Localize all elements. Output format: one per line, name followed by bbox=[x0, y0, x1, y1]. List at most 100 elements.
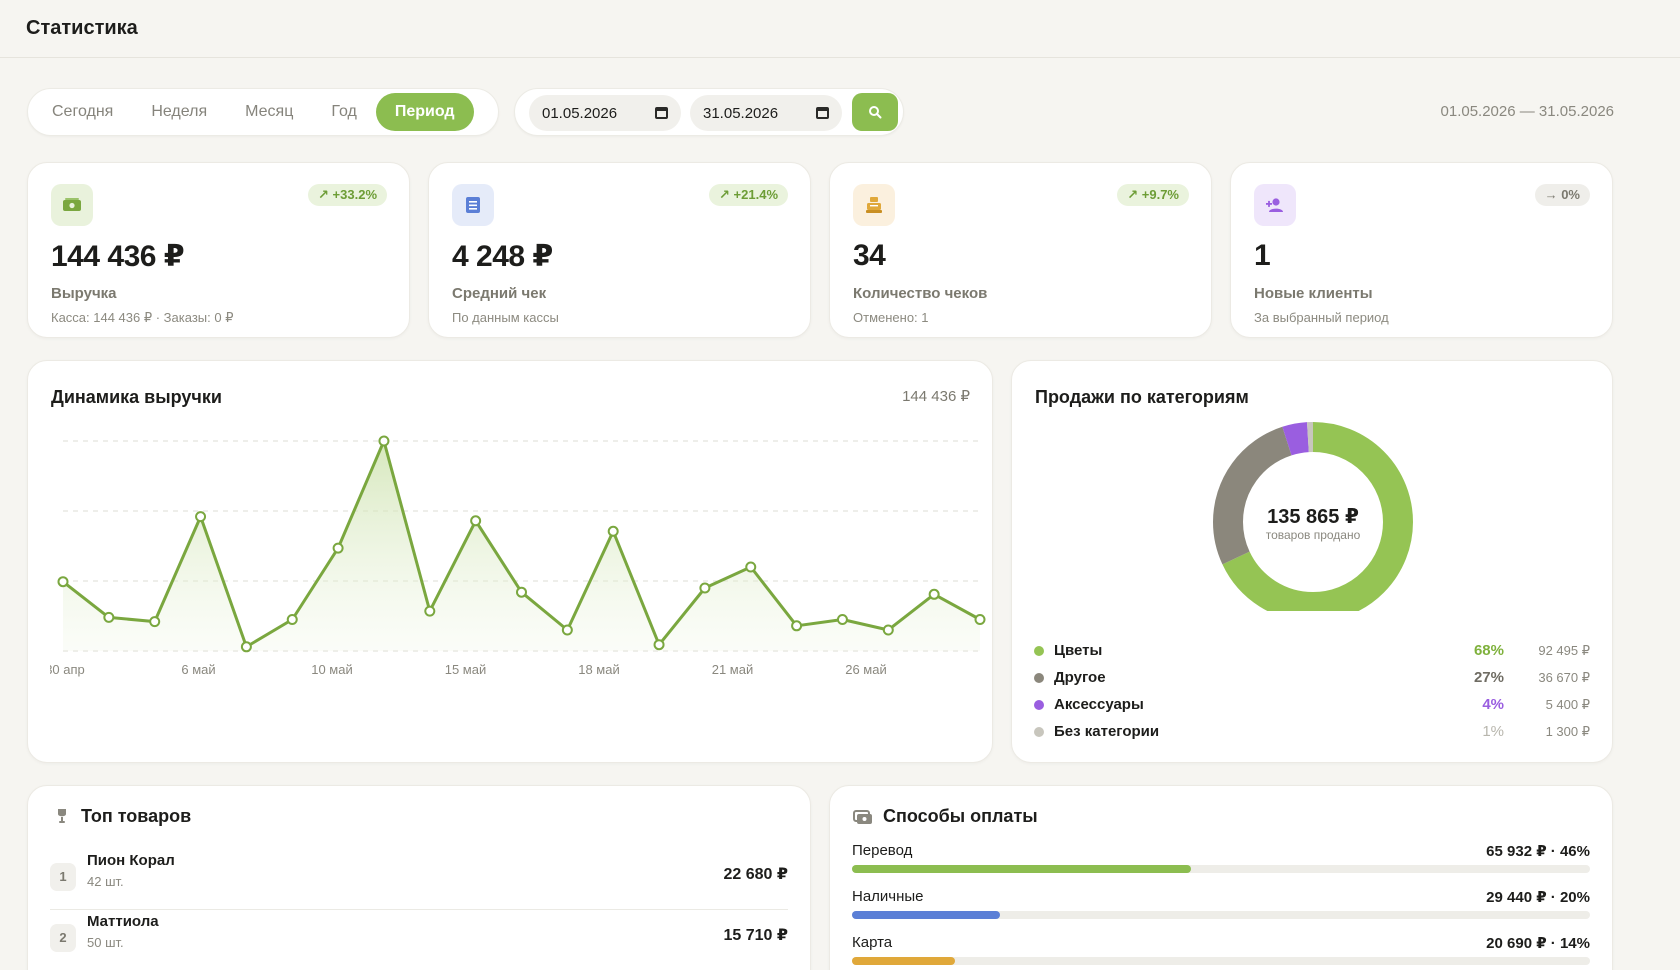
product-revenue: 22 680 ₽ bbox=[723, 866, 788, 883]
x-tick-label: 21 май bbox=[712, 662, 754, 677]
apply-search-button[interactable] bbox=[852, 93, 898, 131]
date-filter: 01.05.2026 31.05.2026 bbox=[514, 88, 904, 136]
data-point[interactable] bbox=[424, 605, 436, 617]
wallet-icon bbox=[853, 810, 872, 824]
kpi-subtext: Отменено: 1 bbox=[853, 310, 929, 325]
product-name: Пион Корал bbox=[87, 852, 175, 869]
data-point[interactable] bbox=[882, 624, 894, 636]
legend-dot bbox=[1034, 727, 1044, 737]
search-icon bbox=[869, 106, 882, 119]
trend-badge: → 0% bbox=[1534, 184, 1590, 206]
product-qty: 42 шт. bbox=[87, 874, 124, 889]
kpi-card-revenue: ↗ +33.2% 144 436 ₽ Выручка Касса: 144 43… bbox=[27, 162, 410, 338]
x-tick-label: 26 май bbox=[845, 662, 887, 677]
date-to-value: 31.05.2026 bbox=[703, 104, 779, 122]
trend-badge: ↗ +33.2% bbox=[308, 184, 387, 206]
data-point[interactable] bbox=[332, 542, 344, 554]
legend-percent: 1% bbox=[1482, 723, 1504, 740]
payment-name: Карта bbox=[852, 934, 893, 951]
data-point[interactable] bbox=[791, 620, 803, 632]
tab-week[interactable]: Неделя bbox=[132, 93, 226, 131]
top-products-panel: Топ товаров 1 Пион Корал 42 шт. 22 680 ₽… bbox=[27, 785, 811, 970]
legend-item: Цветы 68% 92 495 ₽ bbox=[1034, 641, 1590, 661]
kpi-card-checks: ↗ +9.7% 34 Количество чеков Отменено: 1 bbox=[829, 162, 1212, 338]
payment-progress-fill bbox=[852, 957, 956, 965]
register-icon bbox=[853, 184, 895, 226]
legend-amount: 5 400 ₽ bbox=[1545, 697, 1590, 712]
x-tick-label: 18 май bbox=[578, 662, 620, 677]
payment-row: Наличные 29 440 ₽ · 20% bbox=[852, 888, 1590, 928]
kpi-label: Средний чек bbox=[452, 285, 547, 302]
date-from-input[interactable]: 01.05.2026 bbox=[529, 95, 681, 131]
top-products-title: Топ товаров bbox=[81, 806, 192, 826]
data-point[interactable] bbox=[928, 588, 940, 600]
data-point[interactable] bbox=[195, 511, 207, 523]
data-point[interactable] bbox=[378, 435, 390, 447]
payment-value: 29 440 ₽ · 20% bbox=[1486, 889, 1590, 906]
page-title: Статистика bbox=[26, 17, 138, 39]
legend-amount: 36 670 ₽ bbox=[1538, 670, 1590, 685]
data-point[interactable] bbox=[699, 582, 711, 594]
tab-month[interactable]: Месяц bbox=[226, 93, 312, 131]
tab-period[interactable]: Период bbox=[375, 93, 474, 131]
data-point[interactable] bbox=[103, 611, 115, 623]
product-name: Маттиола bbox=[87, 913, 159, 930]
payment-value: 20 690 ₽ · 14% bbox=[1486, 935, 1590, 952]
data-point[interactable] bbox=[149, 616, 161, 628]
legend-item: Другое 27% 36 670 ₽ bbox=[1034, 668, 1590, 688]
calendar-icon[interactable] bbox=[655, 107, 668, 119]
legend-dot bbox=[1034, 700, 1044, 710]
legend-name: Цветы bbox=[1054, 642, 1103, 659]
tab-today[interactable]: Сегодня bbox=[33, 93, 132, 131]
data-point[interactable] bbox=[516, 586, 527, 598]
kpi-value: 34 bbox=[853, 239, 886, 272]
legend-percent: 68% bbox=[1473, 642, 1504, 659]
date-from-value: 01.05.2026 bbox=[542, 104, 618, 122]
payment-methods-title: Способы оплаты bbox=[883, 806, 1038, 826]
legend-dot bbox=[1034, 646, 1044, 656]
kpi-card-average-check: ↗ +21.4% 4 248 ₽ Средний чек По данным к… bbox=[428, 162, 811, 338]
data-point[interactable] bbox=[653, 639, 665, 651]
data-point[interactable] bbox=[561, 624, 573, 636]
data-point[interactable] bbox=[470, 515, 482, 527]
kpi-subtext: Касса: 144 436 ₽ · Заказы: 0 ₽ bbox=[51, 310, 234, 325]
kpi-label: Выручка bbox=[51, 285, 117, 302]
kpi-value: 144 436 ₽ bbox=[51, 240, 185, 273]
data-point[interactable] bbox=[286, 614, 298, 625]
data-point[interactable] bbox=[240, 641, 252, 653]
trophy-icon bbox=[58, 809, 66, 823]
x-tick-label: 30 апр bbox=[45, 662, 85, 677]
kpi-label: Новые клиенты bbox=[1254, 285, 1373, 302]
data-point[interactable] bbox=[57, 576, 69, 588]
tab-year[interactable]: Год bbox=[312, 93, 375, 131]
list-item[interactable]: 2 Маттиола 50 шт. 15 710 ₽ bbox=[50, 911, 788, 970]
kpi-subtext: За выбранный период bbox=[1254, 310, 1389, 325]
kpi-card-new-clients: → 0% 1 Новые клиенты За выбранный период bbox=[1230, 162, 1613, 338]
product-revenue: 15 710 ₽ bbox=[723, 927, 788, 944]
kpi-value: 4 248 ₽ bbox=[452, 240, 553, 273]
payment-value: 65 932 ₽ · 46% bbox=[1486, 843, 1590, 860]
calendar-icon[interactable] bbox=[816, 107, 829, 119]
legend-amount: 92 495 ₽ bbox=[1538, 643, 1590, 658]
date-to-input[interactable]: 31.05.2026 bbox=[690, 95, 842, 131]
product-qty: 50 шт. bbox=[87, 935, 124, 950]
cash-icon bbox=[51, 184, 93, 226]
data-point[interactable] bbox=[974, 614, 986, 625]
legend-item: Аксессуары 4% 5 400 ₽ bbox=[1034, 695, 1590, 715]
list-item[interactable]: 1 Пион Корал 42 шт. 22 680 ₽ bbox=[50, 850, 788, 910]
data-point[interactable] bbox=[607, 525, 619, 537]
legend-name: Другое bbox=[1054, 669, 1106, 686]
categories-panel: Продажи по категориям 135 865 ₽ товаров … bbox=[1011, 360, 1613, 763]
legend-amount: 1 300 ₽ bbox=[1545, 724, 1590, 739]
data-point[interactable] bbox=[836, 614, 848, 625]
x-tick-label: 10 май bbox=[311, 662, 353, 677]
kpi-subtext: По данным кассы bbox=[452, 310, 559, 325]
payment-row: Перевод 65 932 ₽ · 46% bbox=[852, 842, 1590, 882]
donut-center-label: товаров продано bbox=[1265, 528, 1361, 542]
legend-item: Без категории 1% 1 300 ₽ bbox=[1034, 722, 1590, 742]
x-tick-label: 6 май bbox=[181, 662, 215, 677]
data-point[interactable] bbox=[745, 561, 757, 573]
donut-center-value: 135 865 ₽ bbox=[1267, 506, 1359, 528]
legend-percent: 4% bbox=[1482, 696, 1504, 713]
payment-methods-panel: Способы оплаты Перевод 65 932 ₽ · 46% На… bbox=[829, 785, 1613, 970]
